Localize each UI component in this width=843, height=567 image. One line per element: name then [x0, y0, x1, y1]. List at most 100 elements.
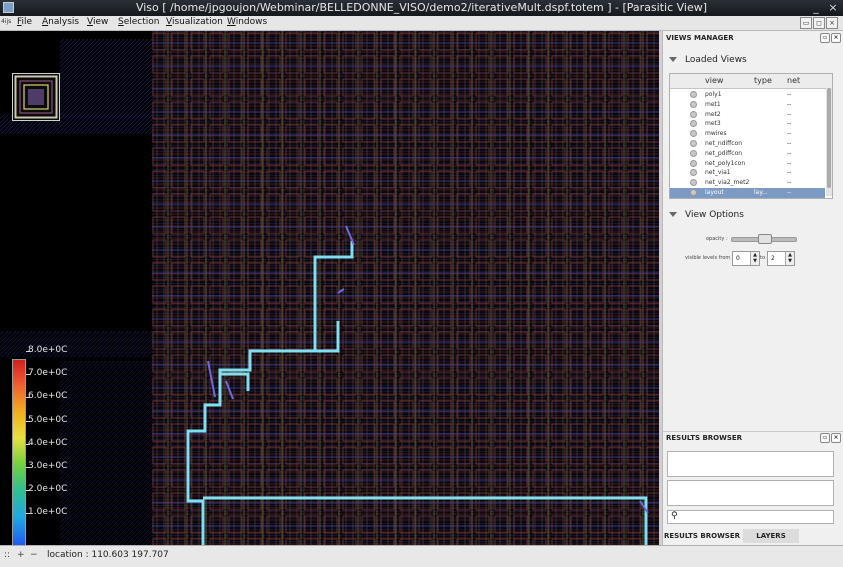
layout-drawing[interactable] — [0, 31, 660, 545]
level-from-spinbox[interactable]: 0 ▲ ▼ — [732, 251, 760, 266]
side-panel: VIEWS MANAGER ▫ × Loaded Views view type… — [662, 31, 843, 545]
view-net: -- — [787, 91, 792, 98]
menu-windows[interactable]: Windows — [227, 17, 267, 27]
view-type: lay... — [754, 189, 768, 196]
view-net: -- — [787, 120, 792, 128]
menu-visualization[interactable]: Visualization — [166, 17, 223, 27]
col-view[interactable]: view — [705, 76, 723, 85]
view-name: net_ndiffcon — [705, 140, 743, 147]
visibility-toggle-icon[interactable] — [690, 179, 697, 187]
visibility-toggle-icon[interactable] — [690, 159, 697, 167]
layout-canvas[interactable]: 8.0e+0C 7.0e+0C 6.0e+0C 5.0e+0C 4.0e+0C 3.0e+… — [0, 31, 660, 545]
mdi-close-button[interactable]: × — [826, 17, 838, 29]
view-name: net_via1 — [705, 169, 731, 177]
results-list[interactable] — [667, 451, 834, 477]
loaded-views-section[interactable]: Loaded Views — [669, 55, 747, 65]
color-scale-label: 6.0e+0C — [28, 391, 68, 402]
visibility-toggle-icon[interactable] — [690, 120, 697, 128]
opacity-slider-handle[interactable] — [758, 234, 772, 244]
view-name: met1 — [705, 100, 721, 108]
color-scale-label: 7.0e+0C — [28, 368, 68, 379]
view-name: met2 — [705, 110, 721, 118]
table-row[interactable]: net_pdiffcon -- — [670, 149, 825, 159]
results-search-field[interactable]: ⚲ — [667, 510, 834, 524]
maximize-button[interactable] — [813, 1, 827, 14]
chevron-down-icon — [669, 212, 677, 217]
float-icon[interactable]: ▫ — [820, 433, 830, 443]
col-type[interactable]: type — [754, 76, 772, 85]
view-name: net_via2_met2 — [705, 179, 750, 187]
close-icon[interactable]: × — [831, 433, 841, 443]
visibility-toggle-icon[interactable] — [690, 91, 697, 98]
view-net: -- — [787, 100, 792, 108]
color-scale-label: 5.0e+0C — [28, 414, 68, 425]
views-manager-title: VIEWS MANAGER — [666, 34, 734, 42]
view-net: -- — [787, 149, 792, 157]
visibility-toggle-icon[interactable] — [690, 149, 697, 157]
menubar-tag: 4ijs — [1, 18, 12, 25]
view-options-section[interactable]: View Options — [669, 210, 744, 220]
mdi-restore-button[interactable]: ◻ — [813, 17, 825, 29]
col-net[interactable]: net — [787, 76, 800, 85]
views-table: view type net poly1 -- met1 -- met2 -- met3 -- m… — [669, 73, 833, 199]
color-scale-label: 3.0e+0C — [28, 461, 68, 471]
view-name: net_pdiffcon — [705, 149, 743, 157]
visibility-toggle-icon[interactable] — [690, 140, 697, 147]
title-bar: Viso [ /home/jpgoujon/Webminar/BELLEDONN… — [0, 0, 843, 16]
float-icon[interactable]: ▫ — [820, 33, 830, 43]
spin-arrows-icon[interactable]: ▲ ▼ — [785, 252, 794, 265]
visibility-toggle-icon[interactable] — [690, 130, 697, 138]
mdi-minimize-button[interactable]: ▭ — [800, 17, 812, 29]
table-row[interactable]: met3 -- — [670, 119, 825, 129]
status-bar: :: + − location : 110.603 197.707 — [0, 545, 843, 567]
tab-results-browser[interactable]: RESULTS BROWSER — [663, 529, 741, 543]
color-scale-tick — [26, 351, 30, 352]
table-row[interactable]: poly1 -- — [670, 90, 825, 100]
zoom-in-icon[interactable]: + — [17, 550, 25, 560]
table-row[interactable]: mwires -- — [670, 129, 825, 139]
color-scale-label: 1.0e+0C — [28, 507, 68, 518]
table-row[interactable]: net_ndiffcon -- — [670, 139, 825, 149]
color-scale-tick — [26, 513, 30, 515]
view-net: -- — [787, 169, 792, 177]
level-to-spinbox[interactable]: 2 ▲ ▼ — [767, 251, 795, 266]
menu-bar: 4ijs File Analysis View Selection Visual… — [0, 16, 843, 31]
grip-icon[interactable]: :: — [4, 550, 10, 560]
view-name: layout — [705, 189, 724, 196]
visibility-toggle-icon[interactable] — [690, 110, 697, 118]
close-button[interactable]: × — [826, 1, 840, 14]
menu-file[interactable]: File — [17, 17, 32, 27]
table-row[interactable]: met2 -- — [670, 110, 825, 120]
menu-analysis[interactable]: Analysis — [42, 17, 79, 27]
table-row[interactable]: net_poly1con -- — [670, 159, 825, 169]
visible-levels-label: visible levels from : — [685, 255, 734, 261]
search-icon: ⚲ — [671, 511, 678, 521]
zoom-out-icon[interactable]: − — [30, 550, 38, 560]
visibility-toggle-icon[interactable] — [690, 169, 697, 177]
close-icon[interactable]: × — [831, 33, 841, 43]
opacity-slider[interactable] — [731, 234, 797, 244]
view-net: -- — [787, 140, 792, 147]
to-label: to — [760, 255, 766, 261]
table-row[interactable]: layout lay... -- — [670, 188, 825, 198]
view-net: -- — [787, 159, 792, 167]
overview-thumbnail[interactable] — [12, 73, 60, 121]
tab-layers[interactable]: LAYERS — [743, 529, 799, 543]
menu-view[interactable]: View — [87, 17, 108, 27]
views-table-scrollbar[interactable] — [826, 88, 832, 196]
table-row[interactable]: net_via1 -- — [670, 168, 825, 178]
table-row[interactable]: net_via2_met2 -- — [670, 178, 825, 188]
results-details[interactable] — [667, 480, 834, 506]
color-scale-label: 4.0e+0C — [28, 437, 68, 448]
spin-arrows-icon[interactable]: ▲ ▼ — [750, 252, 759, 265]
color-scale-label: 8.0e+0C — [28, 345, 68, 355]
visibility-toggle-icon[interactable] — [690, 100, 697, 108]
color-scale-bar — [12, 359, 26, 545]
views-table-header: view type net — [670, 74, 832, 89]
view-net: -- — [787, 189, 792, 196]
table-row[interactable]: met1 -- — [670, 100, 825, 110]
views-manager-header: VIEWS MANAGER ▫ × — [663, 32, 843, 44]
visibility-toggle-icon[interactable] — [690, 189, 697, 196]
color-scale-label: 2.0e+0C — [28, 484, 68, 495]
menu-selection[interactable]: Selection — [118, 17, 159, 27]
